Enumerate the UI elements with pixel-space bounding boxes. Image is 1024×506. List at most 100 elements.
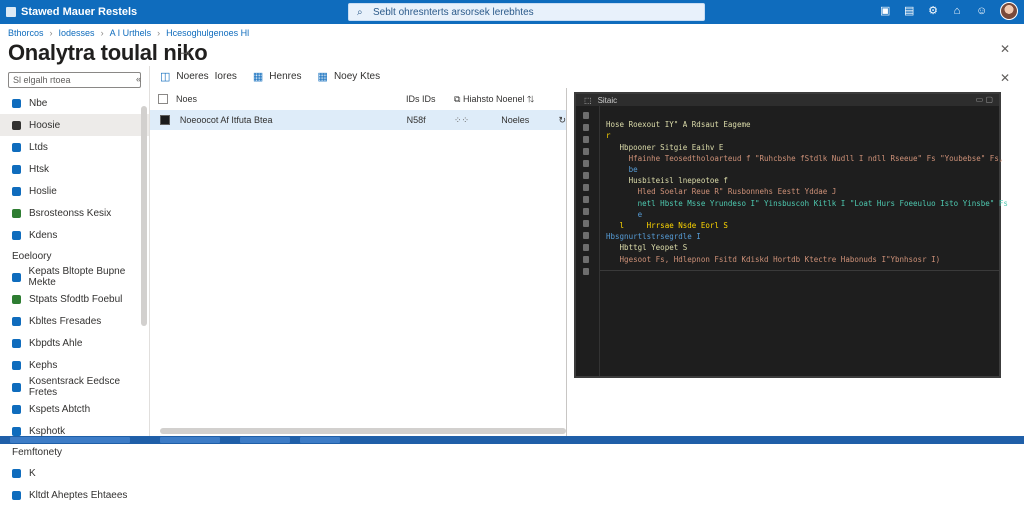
nav-scrollbar[interactable] xyxy=(141,106,147,326)
gutter-marker xyxy=(583,184,589,191)
breadcrumb-item[interactable]: A I Urthels xyxy=(110,28,152,38)
refresh-button-label: Henres xyxy=(269,71,302,82)
nav-item[interactable]: Kdens xyxy=(0,224,149,246)
nav-item[interactable]: Htsk xyxy=(0,158,149,180)
gutter-marker xyxy=(583,268,589,275)
nav-item[interactable]: Kosentsrack Eedsce Fretes xyxy=(0,376,149,398)
notifications-icon[interactable]: ▤ xyxy=(904,5,914,17)
code-line: Hose Roexout IY" A Rdsaut Eageme xyxy=(606,120,751,130)
nav-item-active[interactable]: Hoosie xyxy=(0,114,149,136)
nav-item-label: Kltdt Aheptes Ehtaees xyxy=(29,489,128,501)
nav-item-icon xyxy=(12,338,21,348)
nav-item-label: Kdens xyxy=(29,229,58,241)
code-line: Hled Soelar Reue R" Rusbonnehs Eestt Ydd… xyxy=(606,187,837,197)
cloud-shell-icon[interactable]: ▣ xyxy=(880,5,890,17)
taskbar-item[interactable] xyxy=(300,437,340,443)
nav-item-icon xyxy=(12,490,21,500)
nav-item[interactable]: Kltdt Aheptes Ehtaees xyxy=(0,484,149,506)
code-editor[interactable]: ⬚ Sitaic ▭ ▢ Hose Roexout IY" A Rdsaut E… xyxy=(574,92,1008,378)
column-header-id[interactable]: IDs IDs xyxy=(406,94,454,104)
breadcrumb: Bthorcos › Iodesses › A I Urthels › Hces… xyxy=(8,28,249,38)
row-id: N58f xyxy=(406,115,426,125)
nav-item[interactable]: Kbpdts Ahle xyxy=(0,332,149,354)
nav-item-icon xyxy=(12,142,21,152)
gutter-marker xyxy=(583,160,589,167)
code-line: Hbsgnurtlstrsegrdle I xyxy=(606,232,701,242)
taskbar xyxy=(0,436,1024,444)
nav-item[interactable]: Kbltes Fresades xyxy=(0,310,149,332)
left-nav: Sl elgalh rtoea « Nbe Hoosie Ltds Htsk H… xyxy=(0,66,150,501)
open-icon: ▦ xyxy=(317,71,328,83)
code-line: Husbiteisl lnepeotoe f xyxy=(606,176,728,186)
column-header-history[interactable]: ⧉ Hiahsto Noenel ⇅ xyxy=(454,94,544,105)
table-row[interactable]: Noeoocot Af Itfuta Btea N58f ⁘⁘ Noeles ↻ xyxy=(150,110,566,130)
nav-item-label: Bsrosteonss Kesix xyxy=(29,207,112,219)
column-header-id2-label: IDs xyxy=(422,94,436,104)
nav-item[interactable]: Ltds xyxy=(0,136,149,158)
new-button-label: Noeres xyxy=(176,71,209,82)
breadcrumb-item[interactable]: Bthorcos xyxy=(8,28,44,38)
breadcrumb-separator: › xyxy=(100,28,104,38)
command-bar: ◫ Noeres Iores ▦ Henres ▦ Noey Ktes xyxy=(160,70,380,83)
nav-item-label: Hoslie xyxy=(29,185,57,197)
code-line: e xyxy=(606,209,643,219)
nav-filter-input[interactable]: Sl elgalh rtoea xyxy=(8,72,141,88)
breadcrumb-item[interactable]: Iodesses xyxy=(59,28,95,38)
gutter-marker xyxy=(583,244,589,251)
nav-item[interactable]: Bsrosteonss Kesix xyxy=(0,202,149,224)
select-all-checkbox[interactable] xyxy=(158,94,168,104)
nav-item[interactable]: K xyxy=(0,462,149,484)
row-type: Noeles xyxy=(501,115,530,125)
nav-item-label: Kepats Bltopte Bupne Mekte xyxy=(28,266,126,288)
nav-item-icon xyxy=(12,468,21,478)
column-header-name[interactable]: Noes xyxy=(176,94,406,104)
open-button[interactable]: ▦ Noey Ktes xyxy=(318,70,381,83)
row-name: Noeoocot Af Itfuta Btea xyxy=(179,115,273,125)
feedback-icon[interactable]: ☺ xyxy=(976,5,987,17)
open-button-label: Noey Ktes xyxy=(333,71,381,82)
code-line: r xyxy=(606,131,611,141)
nav-item[interactable]: Nbe xyxy=(0,92,149,114)
close-panel-icon[interactable]: ✕ xyxy=(1000,71,1010,85)
taskbar-item[interactable] xyxy=(240,437,290,443)
help-icon[interactable]: ⌂ xyxy=(952,5,962,17)
breadcrumb-item[interactable]: Hcesoghulgenoes Hl xyxy=(166,28,249,38)
pane-splitter[interactable] xyxy=(566,88,567,436)
gutter-marker xyxy=(583,148,589,155)
nav-item[interactable]: Hoslie xyxy=(0,180,149,202)
nav-item-icon xyxy=(12,404,21,414)
collapse-icon[interactable]: « xyxy=(136,74,141,84)
nav-group-heading: Eoeloory xyxy=(12,250,52,262)
nav-item-icon xyxy=(12,120,21,130)
nav-item[interactable]: Kepats Bltopte Bupne Mekte xyxy=(0,266,149,288)
nav-item-label: Nbe xyxy=(29,97,48,109)
new-button[interactable]: ◫ Noeres Iores xyxy=(160,70,237,83)
breadcrumb-separator: › xyxy=(49,28,53,38)
editor-window-controls[interactable]: ▭ ▢ xyxy=(976,95,993,104)
taskbar-item[interactable] xyxy=(10,437,130,443)
row-checkbox[interactable] xyxy=(160,115,170,125)
code-content[interactable]: Hose Roexout IY" A Rdsaut Eageme r Hbpoon… xyxy=(606,108,1008,287)
close-icon[interactable]: ✕ xyxy=(1000,42,1010,56)
taskbar-item[interactable] xyxy=(160,437,220,443)
settings-icon[interactable]: ⚙ xyxy=(928,5,938,17)
nav-item[interactable]: Kephs xyxy=(0,354,149,376)
row-refresh-icon[interactable]: ↻ xyxy=(558,115,566,126)
avatar[interactable] xyxy=(1000,2,1018,20)
nav-item[interactable]: Kspets Abtcth xyxy=(0,398,149,420)
code-line: Hgesoot Fs, Hdlepnon Fsitd Kdiskd Hortdb… xyxy=(606,254,941,264)
topbar-actions: ▣ ▤ ⚙ ⌂ ☺ xyxy=(880,2,1018,20)
gutter-marker xyxy=(583,112,589,119)
gutter-marker xyxy=(583,208,589,215)
nav-item-icon xyxy=(12,98,21,108)
menu-icon[interactable] xyxy=(6,7,16,17)
portal-brand[interactable]: Stawed Mauer Restels xyxy=(0,6,137,18)
gutter-marker xyxy=(583,232,589,239)
horizontal-scrollbar[interactable] xyxy=(160,428,566,434)
nav-item[interactable]: Stpats Sfodtb Foebul xyxy=(0,288,149,310)
global-search-input[interactable]: ⌕ Seblt ohresnterts arsorsek lerebhtes xyxy=(348,3,705,21)
page-title: Onalytra toulal niko xyxy=(8,40,208,65)
pin-icon[interactable]: ⊸ xyxy=(180,46,190,60)
code-line: Hbpooner Sitgie Eaihv E xyxy=(606,142,724,152)
refresh-button[interactable]: ▦ Henres xyxy=(253,70,302,83)
